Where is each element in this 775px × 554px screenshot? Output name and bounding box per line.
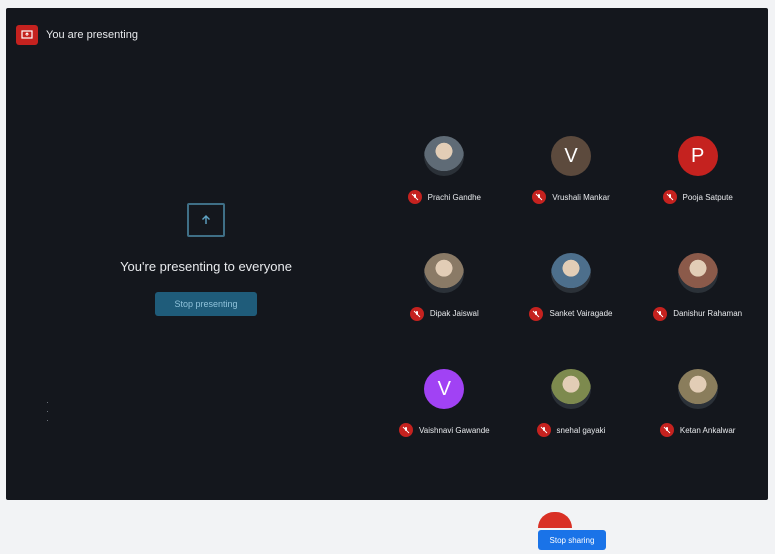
participant-name: Dipak Jaiswal: [429, 309, 479, 319]
participant-tile[interactable]: Dipak Jaiswal: [381, 243, 508, 360]
presenting-panel: You're presenting to everyone Stop prese…: [96, 203, 316, 316]
participant-name: Prachi Gandhe: [427, 192, 482, 202]
stop-sharing-button[interactable]: Stop sharing: [538, 530, 606, 550]
meeting-screen: You are presenting You're presenting to …: [6, 8, 768, 500]
presenting-message: You're presenting to everyone: [120, 259, 292, 274]
participant-name-row: Pooja Satpute: [662, 190, 733, 204]
participant-name-row: Prachi Gandhe: [407, 190, 482, 204]
participant-name: snehal gayaki: [556, 425, 606, 435]
bottom-bar: Stop sharing: [0, 500, 775, 554]
present-screen-icon: [16, 25, 38, 45]
participant-name-row: Vaishnavi Gawande: [399, 423, 490, 438]
mic-off-icon: [532, 190, 547, 204]
upload-arrow-icon: [187, 203, 225, 237]
mic-off-icon: [409, 306, 424, 321]
participant-tile[interactable]: P Pooja Satpute: [634, 126, 761, 243]
participant-avatar: P: [677, 136, 718, 176]
participant-name: Pooja Satpute: [682, 192, 733, 202]
participant-avatar: V: [424, 369, 465, 410]
participant-tile[interactable]: Ketan Ankalwar: [634, 359, 761, 476]
mic-off-icon: [399, 423, 414, 438]
participant-name-row: snehal gayaki: [536, 423, 606, 438]
participant-name: Sanket Vairagade: [549, 309, 613, 319]
participant-tile[interactable]: Sanket Vairagade: [508, 243, 635, 360]
participant-tile[interactable]: Prachi Gandhe: [381, 126, 508, 243]
participant-avatar: V: [550, 136, 591, 176]
mic-off-icon: [529, 306, 544, 321]
mic-off-icon: [407, 190, 422, 204]
participant-tile[interactable]: V Vaishnavi Gawande: [381, 359, 508, 476]
participant-name: Ketan Ankalwar: [679, 425, 736, 435]
stop-presenting-button[interactable]: Stop presenting: [155, 292, 257, 316]
topbar-title: You are presenting: [46, 29, 138, 41]
participant-avatar: [424, 252, 465, 293]
participant-name-row: Ketan Ankalwar: [659, 423, 736, 438]
participant-name: Vaishnavi Gawande: [419, 425, 490, 435]
participant-name-row: Sanket Vairagade: [529, 306, 613, 321]
participant-grid: Prachi Gandhe V Vrushali Mankar P Pooja Satp…: [381, 126, 761, 476]
participant-avatar: [550, 369, 591, 410]
more-dots-icon: · · ·: [46, 397, 49, 425]
presenting-topbar: You are presenting: [16, 22, 138, 48]
participant-name-row: Vrushali Mankar: [532, 190, 610, 204]
participant-name-row: Danishur Rahaman: [653, 306, 743, 321]
mic-off-icon: [662, 190, 677, 204]
participant-avatar: [424, 136, 465, 176]
participant-avatar: [677, 369, 718, 410]
participant-name: Vrushali Mankar: [552, 192, 610, 202]
participant-tile[interactable]: V Vrushali Mankar: [508, 126, 635, 243]
participant-tile[interactable]: Danishur Rahaman: [634, 243, 761, 360]
mic-off-icon: [659, 423, 674, 438]
participant-avatar: [550, 252, 591, 293]
mic-off-icon: [536, 423, 551, 438]
red-record-icon: [538, 512, 572, 528]
mic-off-icon: [653, 306, 668, 321]
participant-name: Danishur Rahaman: [673, 309, 743, 319]
participant-avatar: [677, 252, 718, 293]
participant-name-row: Dipak Jaiswal: [409, 306, 479, 321]
participant-tile[interactable]: snehal gayaki: [508, 359, 635, 476]
